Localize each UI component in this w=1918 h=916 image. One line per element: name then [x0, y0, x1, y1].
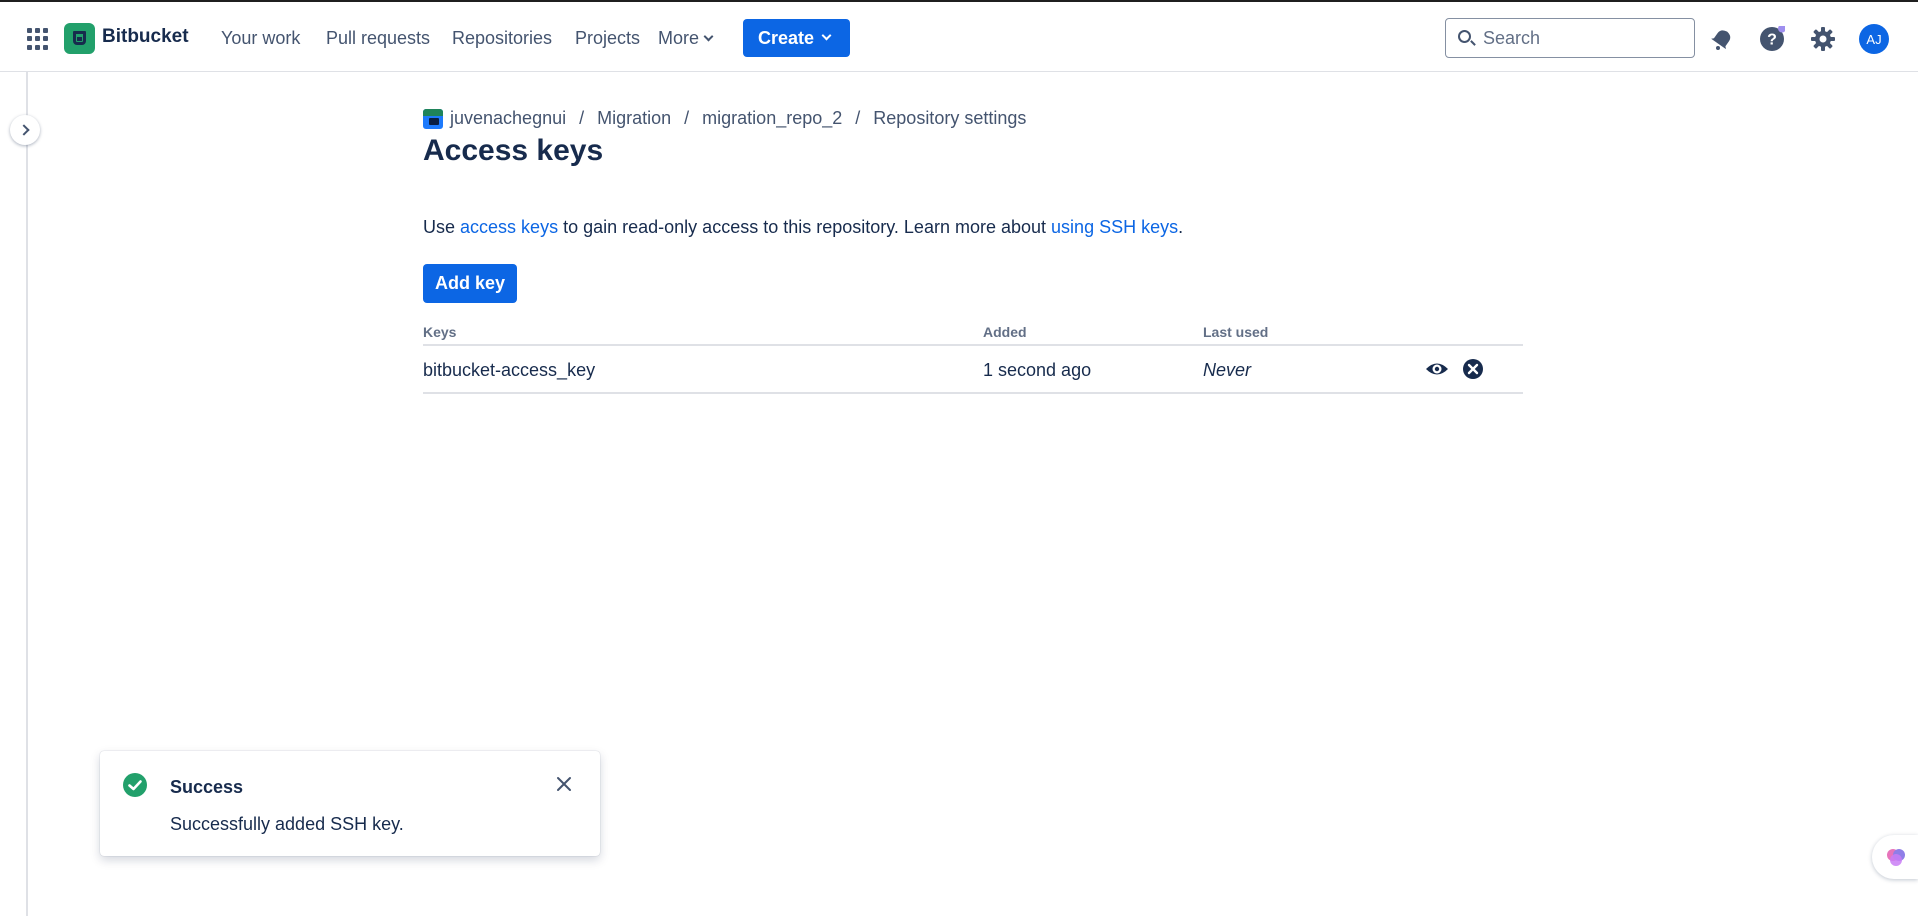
table-row: bitbucket-access_key 1 second ago Never — [423, 346, 1523, 394]
column-header-added[interactable]: Added — [983, 324, 1027, 340]
assistant-icon — [1887, 849, 1905, 866]
nav-pull-requests[interactable]: Pull requests — [326, 28, 430, 49]
toast-title: Success — [170, 777, 244, 797]
breadcrumb-page[interactable]: Repository settings — [873, 108, 1026, 129]
create-button[interactable]: Create — [743, 19, 850, 57]
breadcrumb-separator: / — [855, 108, 861, 128]
key-added: 1 second ago — [983, 360, 1092, 380]
top-navigation: Bitbucket Your work Pull requests Reposi… — [0, 2, 1918, 72]
delete-icon[interactable] — [1461, 357, 1485, 381]
add-key-button[interactable]: Add key — [423, 264, 517, 303]
expand-sidebar-icon — [17, 124, 30, 136]
nav-repositories[interactable]: Repositories — [452, 28, 552, 49]
sidebar-rail — [0, 72, 28, 916]
breadcrumb-project[interactable]: Migration — [597, 108, 671, 129]
create-button-label: Create — [758, 27, 815, 48]
nav-projects[interactable]: Projects — [575, 28, 640, 49]
nav-more[interactable]: More — [658, 28, 714, 49]
access-keys-table: Keys Added Last used bitbucket-access_ke… — [423, 320, 1523, 394]
breadcrumb-workspace[interactable]: juvenachegnui — [450, 108, 566, 129]
avatar[interactable]: AJ — [1859, 24, 1889, 54]
intro-prefix: Use — [423, 217, 456, 237]
success-toast: Success Successfully added SSH key. — [100, 751, 600, 856]
assistant-button[interactable] — [1872, 835, 1918, 879]
breadcrumb: juvenachegnui / Migration / migration_re… — [423, 108, 1026, 129]
close-icon[interactable] — [556, 776, 572, 792]
expand-sidebar-button[interactable] — [10, 115, 40, 145]
app-switcher-icon[interactable] — [27, 28, 49, 50]
view-icon[interactable] — [1425, 357, 1449, 381]
breadcrumb-separator: / — [579, 108, 585, 128]
column-header-keys[interactable]: Keys — [423, 324, 456, 340]
using-ssh-keys-link[interactable]: using SSH keys — [1051, 217, 1178, 237]
chevron-down-icon — [703, 31, 714, 42]
access-keys-link[interactable]: access keys — [460, 217, 558, 237]
help-icon[interactable]: ? — [1759, 26, 1785, 52]
toast-message: Successfully added SSH key. — [170, 814, 404, 834]
column-header-last-used[interactable]: Last used — [1203, 324, 1268, 340]
page-title: Access keys — [423, 134, 604, 167]
success-icon — [123, 773, 147, 797]
intro-middle: to gain read-only access to this reposit… — [563, 217, 1047, 237]
brand-name[interactable]: Bitbucket — [102, 26, 189, 48]
workspace-avatar-icon — [423, 108, 443, 129]
nav-more-label: More — [658, 28, 700, 48]
key-last-used: Never — [1203, 360, 1252, 380]
notifications-icon[interactable] — [1709, 26, 1735, 52]
intro-text: Use access keys to gain read-only access… — [423, 217, 1183, 238]
chevron-down-icon — [821, 30, 832, 41]
bitbucket-logo-icon[interactable] — [64, 23, 95, 54]
settings-icon[interactable] — [1810, 26, 1836, 52]
intro-suffix: . — [1178, 217, 1184, 237]
svg-text:?: ? — [1767, 32, 1777, 49]
table-header: Keys Added Last used — [423, 320, 1523, 346]
search-box[interactable] — [1445, 18, 1695, 58]
nav-your-work[interactable]: Your work — [221, 28, 300, 49]
search-icon — [1458, 30, 1471, 43]
key-name: bitbucket-access_key — [423, 360, 596, 380]
breadcrumb-separator: / — [684, 108, 690, 128]
search-input[interactable] — [1483, 27, 1683, 49]
breadcrumb-repo[interactable]: migration_repo_2 — [702, 108, 842, 129]
